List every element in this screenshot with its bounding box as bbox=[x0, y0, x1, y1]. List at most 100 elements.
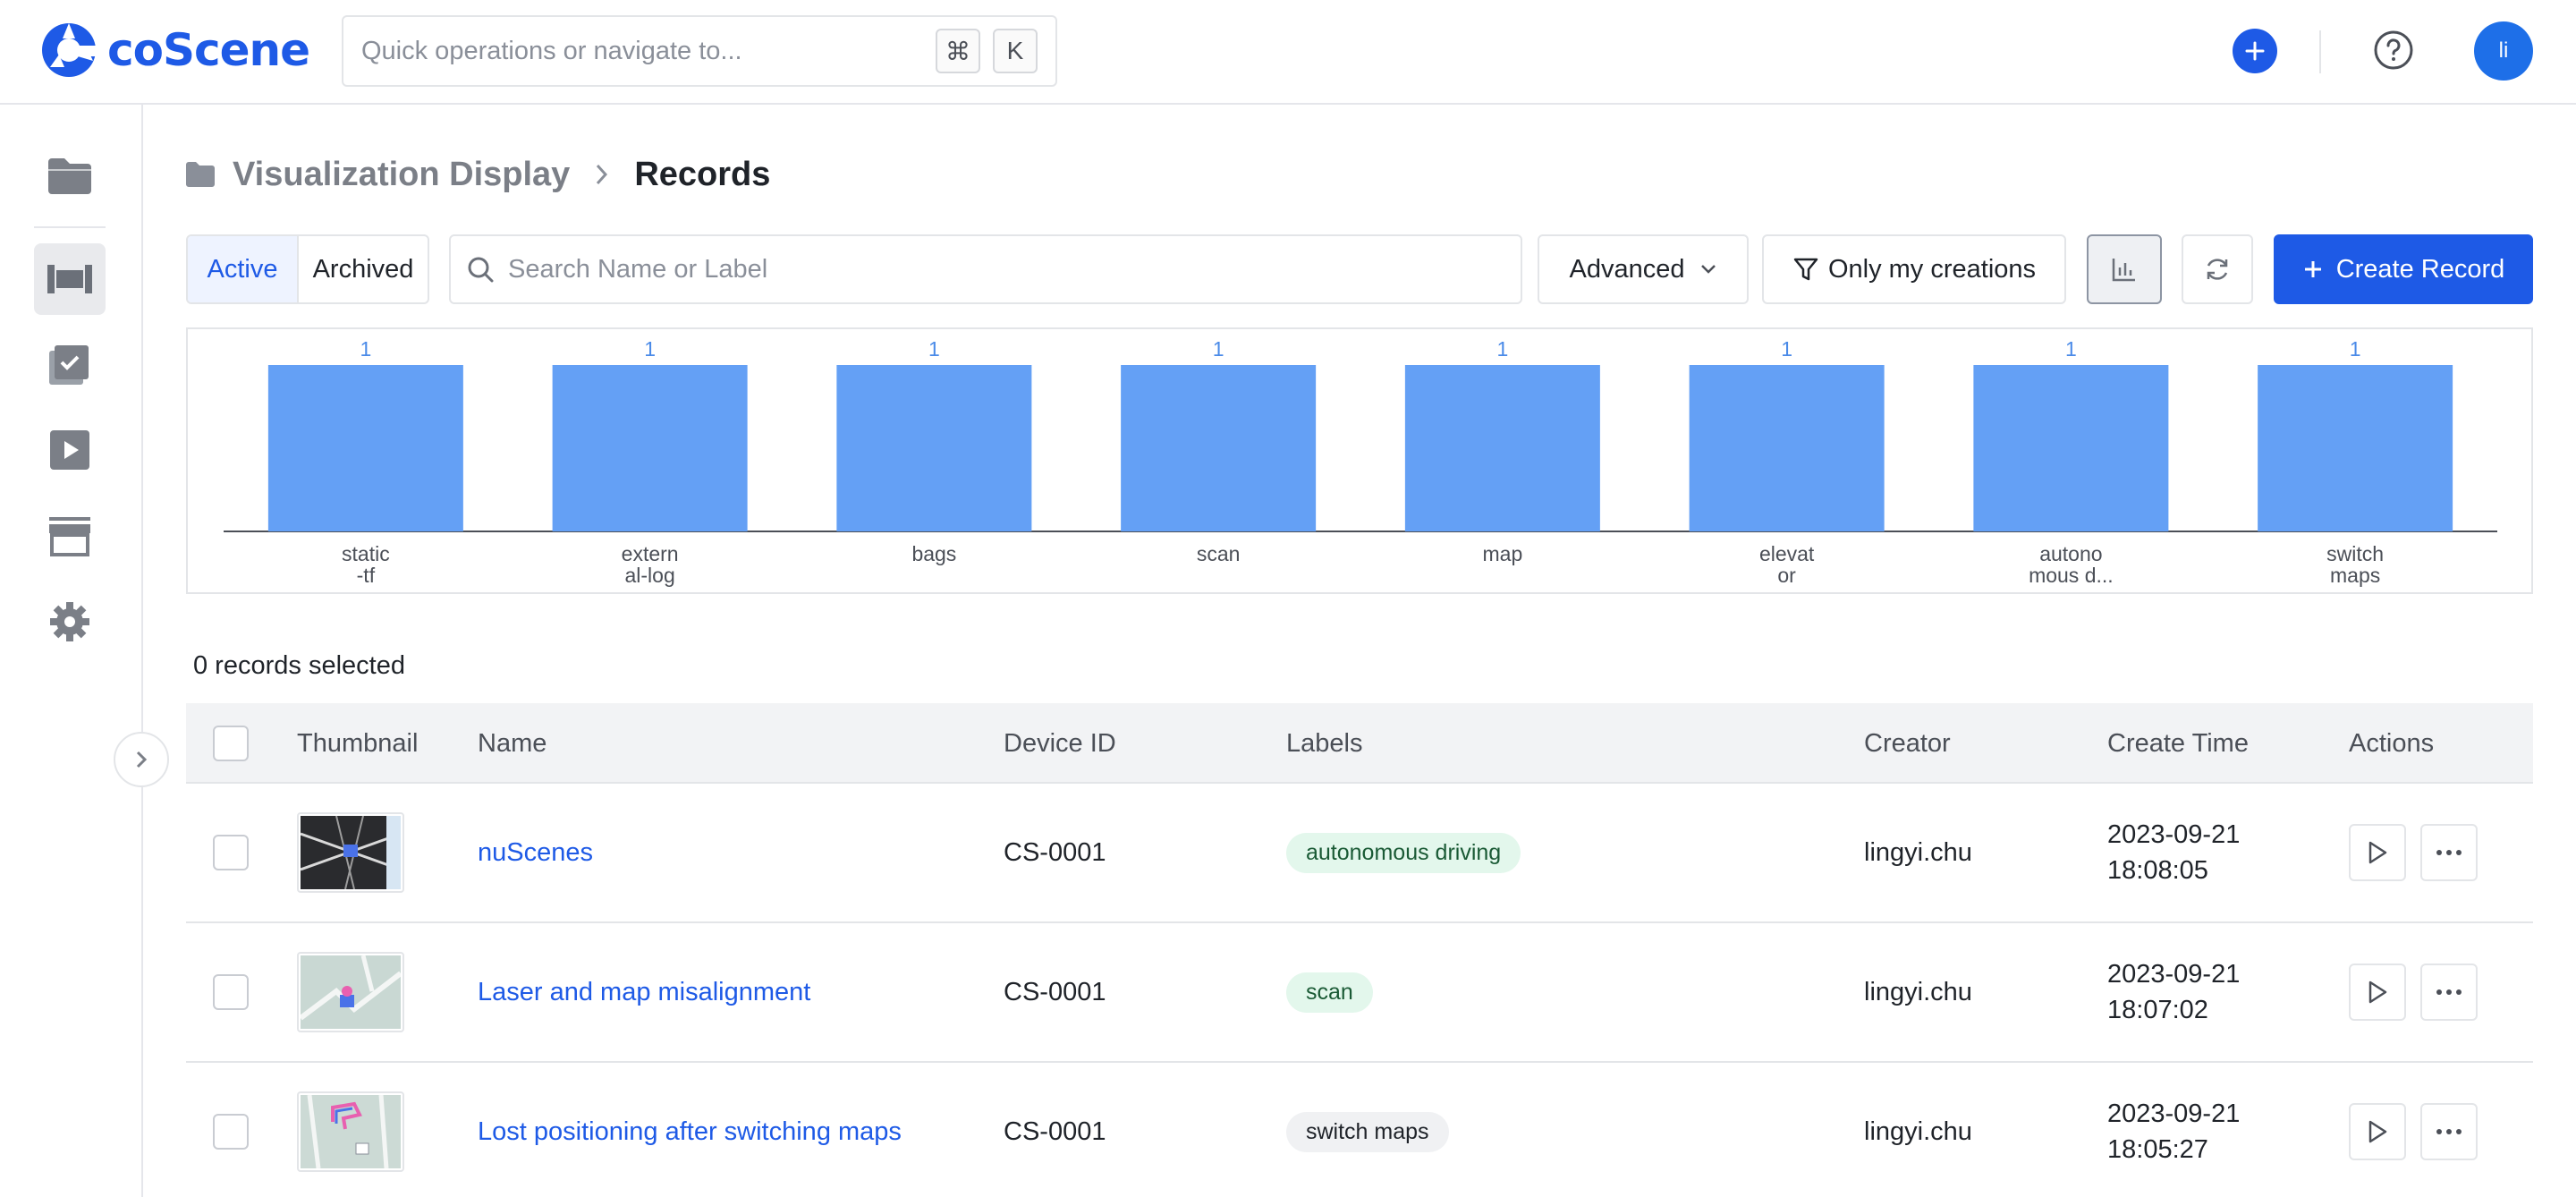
play-icon bbox=[2368, 1120, 2387, 1143]
table-row[interactable]: nuScenes CS-0001 autonomous driving ling… bbox=[186, 784, 2533, 923]
sidebar-collapse-toggle[interactable] bbox=[114, 732, 169, 787]
header-device-id: Device ID bbox=[1004, 728, 1116, 758]
chart-tick-label-0-0: static bbox=[342, 542, 390, 565]
row-checkbox[interactable] bbox=[213, 835, 249, 870]
sidebar-divider bbox=[34, 226, 106, 228]
more-actions-button[interactable] bbox=[2420, 964, 2478, 1021]
chart-tick-label-4-0: map bbox=[1483, 542, 1523, 565]
advanced-label: Advanced bbox=[1569, 254, 1685, 284]
chart-bar-4[interactable] bbox=[1404, 365, 1600, 531]
row-checkbox[interactable] bbox=[213, 974, 249, 1010]
page-title: Records bbox=[634, 155, 771, 193]
chart-value-label-7: 1 bbox=[2350, 337, 2361, 361]
chart-bar-7[interactable] bbox=[2258, 365, 2453, 531]
create-record-button[interactable]: Create Record bbox=[2274, 234, 2533, 304]
sidebar-item-playback[interactable] bbox=[34, 414, 106, 486]
header-select-all[interactable] bbox=[213, 703, 249, 784]
chart-tick-label-6-1: mous d... bbox=[2029, 564, 2114, 587]
status-tabs: Active Archived bbox=[186, 234, 429, 304]
table-row[interactable]: Lost positioning after switching maps CS… bbox=[186, 1063, 2533, 1197]
sidebar-item-projects[interactable] bbox=[34, 140, 106, 212]
label-tag[interactable]: scan bbox=[1286, 972, 1373, 1013]
chart-tick-label-7-1: maps bbox=[2330, 564, 2380, 587]
archive-icon bbox=[49, 517, 90, 556]
chart-bar-6[interactable] bbox=[1973, 365, 2169, 531]
header-labels: Labels bbox=[1286, 728, 1363, 758]
create-date: 2023-09-21 bbox=[2107, 820, 2241, 849]
only-mine-label: Only my creations bbox=[1827, 254, 2037, 284]
refresh-button[interactable] bbox=[2182, 234, 2253, 304]
table-header: Thumbnail Name Device ID Labels Creator … bbox=[186, 703, 2533, 784]
create-time: 2023-09-21 18:07:02 bbox=[2107, 923, 2240, 1061]
device-id: CS-0001 bbox=[1004, 977, 1106, 1006]
sidebar-item-archive[interactable] bbox=[34, 500, 106, 572]
chart-tick-label-6-0: autono bbox=[2039, 542, 2102, 565]
user-avatar[interactable]: li bbox=[2474, 21, 2533, 81]
create-date: 2023-09-21 bbox=[2107, 960, 2241, 989]
sidebar-item-tasks[interactable] bbox=[34, 328, 106, 400]
select-all-checkbox[interactable] bbox=[213, 726, 249, 761]
header-create-time: Create Time bbox=[2107, 728, 2249, 758]
creator: lingyi.chu bbox=[1864, 837, 1972, 867]
row-checkbox[interactable] bbox=[213, 1114, 249, 1150]
ellipsis-icon bbox=[2436, 989, 2462, 995]
advanced-filter-button[interactable]: Advanced bbox=[1538, 234, 1749, 304]
chart-canvas: 1 static-tf 1 external-log 1 bags 1 scan 1 map 1 el… bbox=[224, 337, 2497, 587]
ellipsis-icon bbox=[2436, 1129, 2462, 1134]
selected-count: 0 records selected bbox=[193, 651, 405, 680]
more-actions-button[interactable] bbox=[2420, 1103, 2478, 1160]
record-name-link[interactable]: nuScenes bbox=[478, 784, 593, 921]
only-my-creations-button[interactable]: Only my creations bbox=[1762, 234, 2066, 304]
search-box bbox=[449, 234, 1522, 304]
chart-tick-label-3-0: scan bbox=[1197, 542, 1241, 565]
chart-tick-label-1-1: al-log bbox=[624, 564, 674, 587]
header-name: Name bbox=[478, 728, 547, 758]
quick-nav-input[interactable]: Quick operations or navigate to... ⌘ K bbox=[342, 15, 1057, 87]
create-clock: 18:05:27 bbox=[2107, 1135, 2208, 1164]
header-actions: Actions bbox=[2349, 728, 2435, 758]
play-record-button[interactable] bbox=[2349, 964, 2406, 1021]
sidebar-item-records[interactable] bbox=[34, 243, 106, 315]
plus-icon bbox=[2245, 41, 2265, 61]
record-thumbnail[interactable] bbox=[297, 1091, 404, 1172]
chart-toggle-button[interactable] bbox=[2087, 234, 2162, 304]
filter-icon bbox=[1793, 258, 1818, 281]
play-record-button[interactable] bbox=[2349, 824, 2406, 881]
thumbnail-image bbox=[299, 955, 402, 1029]
gear-icon bbox=[50, 602, 89, 641]
tab-archived[interactable]: Archived bbox=[297, 236, 428, 302]
help-icon[interactable] bbox=[2372, 29, 2415, 72]
record-thumbnail[interactable] bbox=[297, 812, 404, 893]
chart-bar-3[interactable] bbox=[1121, 365, 1317, 531]
folder-icon bbox=[48, 158, 91, 194]
create-time: 2023-09-21 18:05:27 bbox=[2107, 1063, 2240, 1197]
sidebar bbox=[0, 105, 143, 1197]
bar-chart-icon bbox=[2112, 259, 2135, 282]
breadcrumb-project-link[interactable]: Visualization Display bbox=[233, 156, 570, 194]
chevron-down-icon bbox=[1700, 265, 1716, 274]
play-record-button[interactable] bbox=[2349, 1103, 2406, 1160]
chart-bar-5[interactable] bbox=[1689, 365, 1885, 531]
create-clock: 18:08:05 bbox=[2107, 856, 2208, 885]
record-thumbnail[interactable] bbox=[297, 952, 404, 1032]
table-row[interactable]: Laser and map misalignment CS-0001 scan … bbox=[186, 923, 2533, 1063]
add-button[interactable] bbox=[2233, 29, 2277, 73]
chart-bar-0[interactable] bbox=[267, 365, 463, 531]
label-tag[interactable]: autonomous driving bbox=[1286, 832, 1521, 873]
tab-active[interactable]: Active bbox=[188, 236, 297, 302]
chart-bar-1[interactable] bbox=[552, 365, 748, 531]
sidebar-item-settings[interactable] bbox=[34, 586, 106, 658]
chart-tick-label-7-0: switch bbox=[2326, 542, 2384, 565]
more-actions-button[interactable] bbox=[2420, 824, 2478, 881]
topbar-divider bbox=[2319, 30, 2321, 73]
header-creator: Creator bbox=[1864, 728, 1951, 758]
search-input[interactable] bbox=[508, 254, 1492, 284]
top-bar: coScene Quick operations or navigate to.… bbox=[0, 0, 2576, 105]
chart-value-label-5: 1 bbox=[1781, 337, 1792, 361]
chart-bar-2[interactable] bbox=[836, 365, 1032, 531]
label-tag[interactable]: switch maps bbox=[1286, 1111, 1449, 1152]
record-name-link[interactable]: Laser and map misalignment bbox=[478, 923, 810, 1061]
play-icon bbox=[2368, 981, 2387, 1004]
record-name-link[interactable]: Lost positioning after switching maps bbox=[478, 1063, 902, 1197]
app-logo[interactable]: coScene bbox=[39, 20, 310, 81]
